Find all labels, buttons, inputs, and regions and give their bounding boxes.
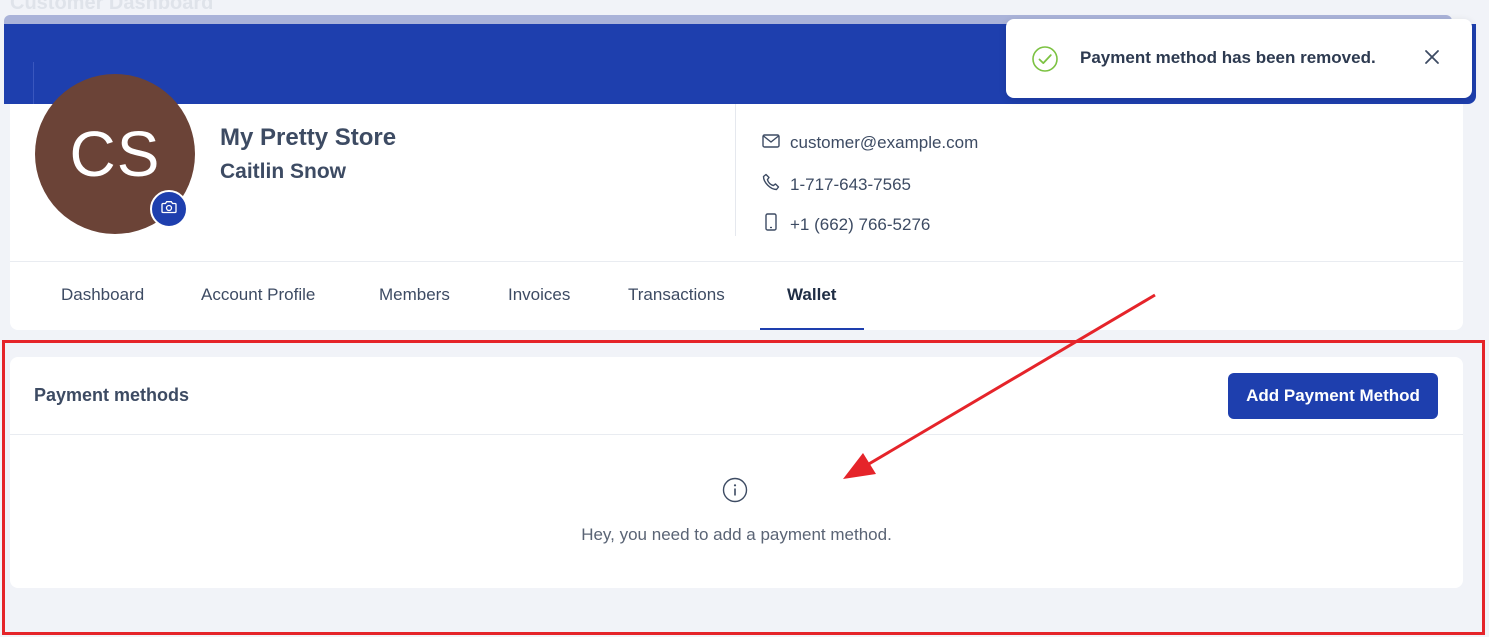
tab-wallet[interactable]: Wallet (787, 285, 836, 305)
empty-state-message: Hey, you need to add a payment method. (581, 525, 892, 544)
mobile-icon (762, 213, 790, 236)
tabs-divider (10, 261, 1463, 262)
add-payment-method-button[interactable]: Add Payment Method (1228, 373, 1438, 419)
active-tab-indicator (760, 328, 864, 330)
camera-icon (161, 200, 177, 219)
contact-email: customer@example.com (762, 133, 978, 153)
customer-name: Caitlin Snow (220, 160, 346, 183)
contact-mobile: +1 (662) 766-5276 (762, 213, 930, 236)
mobile-text: +1 (662) 766-5276 (790, 214, 931, 234)
profile-card: CS My Pretty Store Caitlin Snow customer… (10, 74, 1463, 330)
tab-account-profile[interactable]: Account Profile (201, 285, 315, 305)
payment-methods-title: Payment methods (34, 385, 190, 405)
success-toast: Payment method has been removed. (1006, 19, 1472, 98)
toast-message: Payment method has been removed. (1080, 48, 1376, 67)
tab-dashboard[interactable]: Dashboard (61, 285, 144, 305)
contact-phone: 1-717-643-7565 (762, 173, 911, 196)
phone-text: 1-717-643-7565 (790, 174, 911, 194)
phone-icon (762, 173, 790, 196)
store-name: My Pretty Store (220, 124, 397, 151)
check-circle-icon (1031, 45, 1059, 78)
info-icon (722, 477, 748, 508)
change-avatar-button[interactable] (150, 190, 188, 228)
customer-dashboard-page: Customer Dashboard CS My Pretty Store Ca… (0, 0, 1489, 637)
close-icon (1424, 49, 1440, 70)
tab-members[interactable]: Members (379, 285, 450, 305)
payment-methods-card: Payment methods Add Payment Method Hey, … (10, 357, 1463, 588)
tab-invoices[interactable]: Invoices (508, 285, 570, 305)
payment-methods-divider (10, 434, 1463, 435)
email-text: customer@example.com (790, 133, 979, 152)
mail-icon (762, 133, 790, 153)
close-toast-button[interactable] (1420, 47, 1444, 71)
avatar-initials: CS (69, 118, 161, 190)
profile-divider (735, 104, 736, 236)
tab-transactions[interactable]: Transactions (628, 285, 725, 305)
page-title: Customer Dashboard (10, 0, 214, 14)
